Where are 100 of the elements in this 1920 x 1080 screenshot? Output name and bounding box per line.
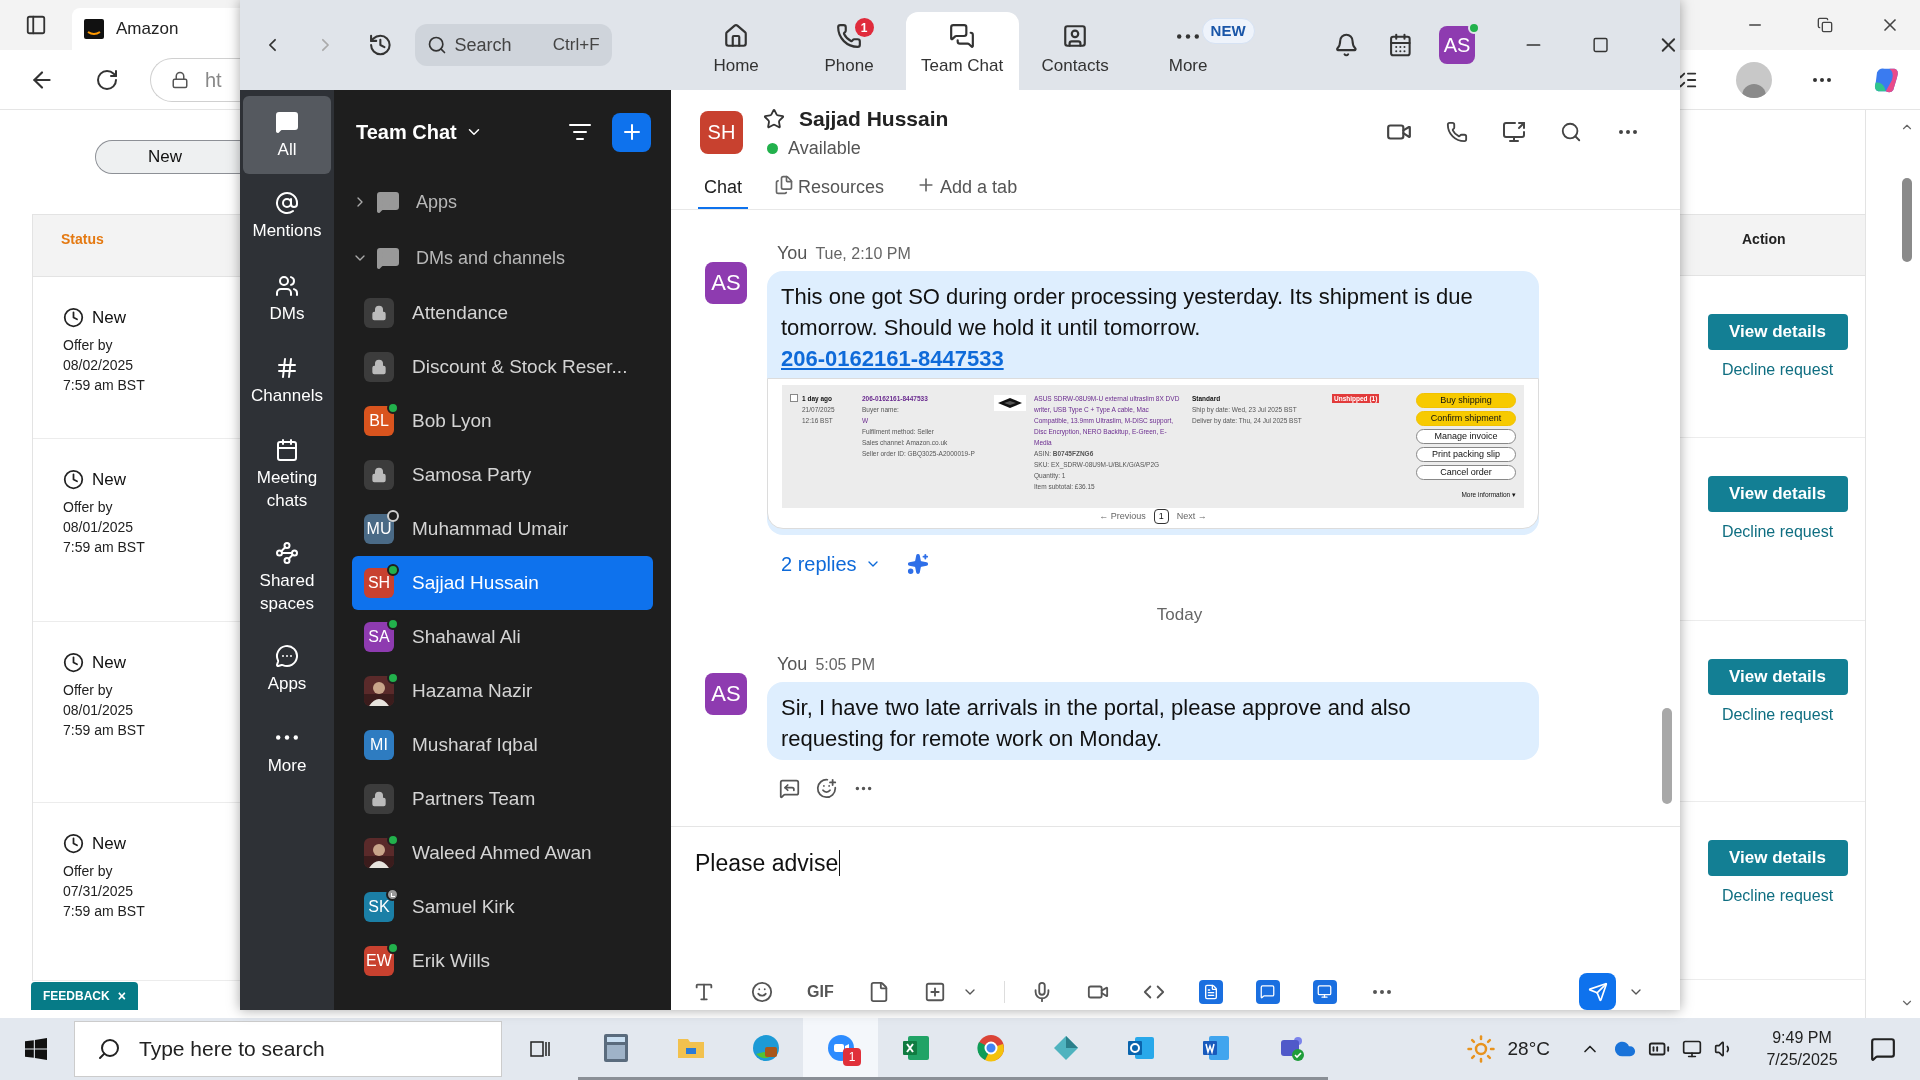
chat-tab[interactable]: Add a tab [910, 173, 1024, 209]
calendar-icon[interactable] [1388, 32, 1414, 58]
rail-item[interactable]: DMs [243, 258, 331, 340]
conversation-item[interactable]: Hazama Nazir [352, 664, 653, 718]
checkbox[interactable] [790, 394, 798, 402]
chat-tab[interactable]: Chat [698, 173, 749, 209]
taskbar-search-field[interactable]: Type here to search [74, 1021, 502, 1077]
view-details-button[interactable]: View details [1707, 840, 1848, 876]
rail-item[interactable]: Meeting chats [243, 422, 331, 528]
start-icon[interactable] [25, 1038, 47, 1060]
chat-app-button[interactable] [1255, 979, 1280, 1004]
clock[interactable]: 9:49 PM 7/25/2025 [1754, 1027, 1850, 1071]
new-button[interactable]: New [95, 140, 240, 174]
view-details-button[interactable]: View details [1707, 476, 1848, 512]
column-header: Action [1742, 231, 1786, 247]
taskbar-app-button[interactable]: 1 [803, 1018, 878, 1080]
contact-avatar[interactable]: SH [700, 110, 743, 154]
conversation-item[interactable]: SH Sajjad Hussain [352, 556, 653, 610]
network-icon[interactable] [1682, 1039, 1702, 1059]
home-icon [723, 23, 750, 50]
nav-tab[interactable]: 1 Phone [792, 12, 906, 90]
rail-item[interactable]: Apps [243, 628, 331, 710]
history-icon[interactable] [367, 32, 393, 58]
decline-request-link[interactable]: Decline request [1721, 884, 1834, 908]
nav-tab[interactable]: NEW More [1131, 12, 1260, 90]
decline-request-link[interactable]: Decline request [1721, 703, 1834, 727]
temperature[interactable]: 28°C [1507, 1034, 1550, 1064]
next-page-button[interactable]: Next → [1176, 509, 1207, 524]
conversation-item[interactable]: MU Muhammad Umair [352, 502, 653, 556]
send-button[interactable] [1579, 973, 1616, 1010]
conversation-item[interactable]: Partners Team [352, 772, 653, 826]
conversation-item[interactable]: BL Bob Lyon [352, 394, 653, 448]
sender-name: You [777, 241, 808, 265]
conversation-item[interactable]: SA Shahawal Ali [352, 610, 653, 664]
order-action-button[interactable]: Cancel order [1416, 464, 1516, 480]
screenshot-icon[interactable] [923, 980, 946, 1003]
conversation-item[interactable]: Attendance [352, 286, 653, 340]
decline-request-link[interactable]: Decline request [1721, 520, 1834, 544]
rail-item[interactable]: Shared spaces [243, 528, 331, 628]
view-details-button[interactable]: View details [1707, 659, 1848, 695]
conversation-item[interactable]: Discount & Stock Reser... [352, 340, 653, 394]
nav-tab[interactable]: Home [679, 12, 793, 90]
speech-bubble-icon [376, 246, 400, 270]
add-reaction-icon[interactable] [816, 777, 837, 799]
notes-app-button[interactable] [1198, 979, 1223, 1004]
restore-icon[interactable] [1817, 17, 1833, 33]
nav-tab[interactable]: Team Chat [905, 12, 1019, 90]
order-action-button[interactable]: Buy shipping [1416, 392, 1516, 408]
scrollbar-thumb[interactable] [1902, 178, 1912, 262]
message-input[interactable]: Please advise [695, 845, 839, 881]
emoji-icon[interactable] [751, 980, 773, 1003]
sparkle-icon[interactable] [906, 552, 929, 575]
board-app-button[interactable] [1312, 979, 1337, 1004]
notifications-icon[interactable] [1870, 1036, 1896, 1062]
order-link[interactable]: 206-0162161-8447533 [767, 342, 1539, 374]
rail-item[interactable]: All [243, 96, 331, 174]
conversation-item[interactable]: MI Musharaf Iqbal [352, 718, 653, 772]
section-header[interactable]: Apps [334, 174, 671, 230]
decline-request-link[interactable]: Decline request [1721, 358, 1834, 382]
feedback-tab[interactable]: FEEDBACK × [31, 982, 138, 1010]
star-icon[interactable] [763, 107, 785, 130]
conversation-item[interactable]: Waleed Ahmed Awan [352, 826, 653, 880]
previous-page-button[interactable]: ← Previous [1099, 509, 1146, 524]
conversation-item[interactable]: SK Samuel Kirk [352, 880, 653, 934]
rail-item[interactable]: More [243, 710, 331, 792]
bell-icon[interactable] [1333, 32, 1359, 58]
gif-button[interactable]: GIF [807, 979, 834, 1004]
new-chat-button[interactable] [612, 112, 651, 152]
chat-tab[interactable]: Resources [768, 173, 891, 209]
order-action-button[interactable]: Manage invoice [1416, 428, 1516, 444]
browser-tab[interactable]: Amazon [72, 8, 240, 50]
profile-avatar[interactable] [1736, 61, 1772, 98]
search-field[interactable]: Search Ctrl+F [414, 24, 612, 66]
search-icon[interactable] [1560, 121, 1582, 144]
panel-title[interactable]: Team Chat [356, 117, 457, 147]
page-number-button[interactable]: 1 [1153, 508, 1169, 525]
maximize-icon[interactable] [1592, 36, 1610, 54]
avatar[interactable]: AS [705, 672, 747, 715]
rail-item[interactable]: Channels [243, 340, 331, 422]
reply-icon[interactable] [779, 777, 800, 799]
reload-icon[interactable] [95, 67, 119, 92]
chat-bubble-icon [1260, 984, 1276, 999]
user-avatar[interactable]: AS [1439, 26, 1476, 64]
section-header[interactable]: DMs and channels [334, 230, 671, 286]
share-screen-icon[interactable] [1502, 120, 1526, 145]
search-input[interactable]: Type here to search [139, 1033, 479, 1065]
order-action-button[interactable]: Print packing slip [1416, 446, 1516, 462]
scrollbar[interactable] [1662, 707, 1672, 804]
conversation-item[interactable]: EW Erik Wills [352, 934, 653, 988]
view-details-button[interactable]: View details [1707, 314, 1848, 350]
phone-icon[interactable] [1446, 121, 1468, 144]
avatar[interactable]: AS [705, 261, 747, 304]
order-action-button[interactable]: Confirm shipment [1416, 410, 1516, 426]
replies-button[interactable]: 2 replies [781, 548, 881, 579]
rail-item[interactable]: Mentions [243, 174, 331, 258]
search-input[interactable]: Search [454, 31, 545, 59]
monitor-icon [1317, 984, 1333, 999]
conversation-item[interactable]: Samosa Party [352, 448, 653, 502]
tab-actions-icon[interactable] [25, 14, 47, 36]
nav-tab[interactable]: Contacts [1018, 12, 1132, 90]
